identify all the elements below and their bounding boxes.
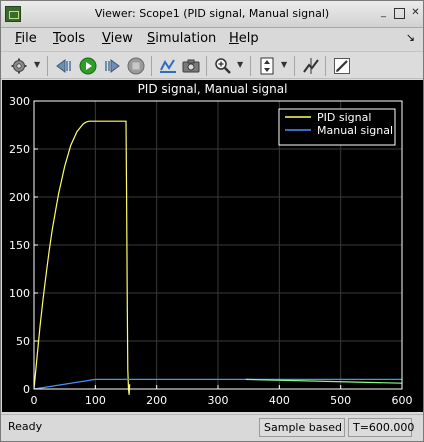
minimize-button[interactable]: _ <box>378 8 389 19</box>
menu-view[interactable]: View <box>102 31 133 46</box>
toolbar: ▼ ▼ ▼ <box>1 51 423 79</box>
x-tick-label: 200 <box>146 394 167 407</box>
scope-plot[interactable]: 0 100 200 300 400 500 600 0 50 100 150 200 250 300 PI… <box>2 80 423 412</box>
legend-label: Manual signal <box>317 124 393 137</box>
toolbar-separator <box>325 56 326 76</box>
y-tick-label: 0 <box>23 383 30 396</box>
menu-bar: File Tools View Simulation Help ↘ <box>1 28 423 50</box>
toolbar-separator <box>250 56 251 76</box>
x-tick-label: 600 <box>392 394 413 407</box>
y-tick-label: 50 <box>16 335 30 348</box>
zoom-in-icon[interactable] <box>213 56 233 76</box>
cursor-measurements-icon[interactable] <box>301 56 321 76</box>
zoom-dropdown-arrow-icon[interactable]: ▼ <box>237 60 243 69</box>
step-back-icon[interactable] <box>54 56 74 76</box>
menu-tools[interactable]: Tools <box>53 31 85 46</box>
run-icon[interactable] <box>78 56 98 76</box>
pid-signal-line <box>33 120 131 395</box>
maximize-button[interactable] <box>394 8 405 19</box>
undock-pin-icon[interactable]: ↘ <box>406 31 415 44</box>
y-tick-label: 250 <box>9 143 30 156</box>
x-tick-label: 0 <box>31 394 38 407</box>
x-tick-label: 100 <box>85 394 106 407</box>
step-forward-icon[interactable] <box>102 56 122 76</box>
gear-icon[interactable] <box>9 56 29 76</box>
highlight-simulink-block-icon[interactable] <box>158 56 178 76</box>
y-tick-label: 300 <box>9 95 30 108</box>
menu-simulation[interactable]: Simulation <box>147 31 216 46</box>
edit-parameters-icon[interactable] <box>332 56 352 76</box>
scale-axes-icon[interactable] <box>257 56 277 76</box>
y-tick-label: 200 <box>9 191 30 204</box>
legend-label: PID signal <box>317 111 371 124</box>
settings-dropdown-arrow-icon[interactable]: ▼ <box>34 60 40 69</box>
y-tick-label: 100 <box>9 287 30 300</box>
scope-plot-panel[interactable]: 0 100 200 300 400 500 600 0 50 100 150 200 250 300 PI… <box>2 80 423 412</box>
toolbar-separator <box>206 56 207 76</box>
x-tick-label: 500 <box>330 394 351 407</box>
y-tick-label: 150 <box>9 239 30 252</box>
snapshot-icon[interactable] <box>181 56 201 76</box>
title-bar[interactable]: Viewer: Scope1 (PID signal, Manual signa… <box>1 1 423 28</box>
menu-file[interactable]: File <box>15 31 37 46</box>
stop-icon[interactable] <box>126 56 146 76</box>
toolbar-separator <box>151 56 152 76</box>
menu-help[interactable]: Help <box>229 31 259 46</box>
x-tick-label: 400 <box>269 394 290 407</box>
simulation-time-indicator: T=600.000 <box>348 418 414 437</box>
window-title: Viewer: Scope1 (PID signal, Manual signa… <box>94 7 330 20</box>
status-bar: Ready Sample based T=600.000 <box>1 414 423 441</box>
x-tick-label: 300 <box>208 394 229 407</box>
toolbar-separator <box>47 56 48 76</box>
plot-title: PID signal, Manual signal <box>137 82 288 96</box>
toolbar-separator <box>294 56 295 76</box>
close-button[interactable]: ✕ <box>410 8 421 19</box>
scope-viewer-window: Viewer: Scope1 (PID signal, Manual signa… <box>0 0 424 442</box>
scale-dropdown-arrow-icon[interactable]: ▼ <box>281 60 287 69</box>
status-text: Ready <box>8 420 43 433</box>
sample-mode-indicator: Sample based <box>259 418 345 437</box>
